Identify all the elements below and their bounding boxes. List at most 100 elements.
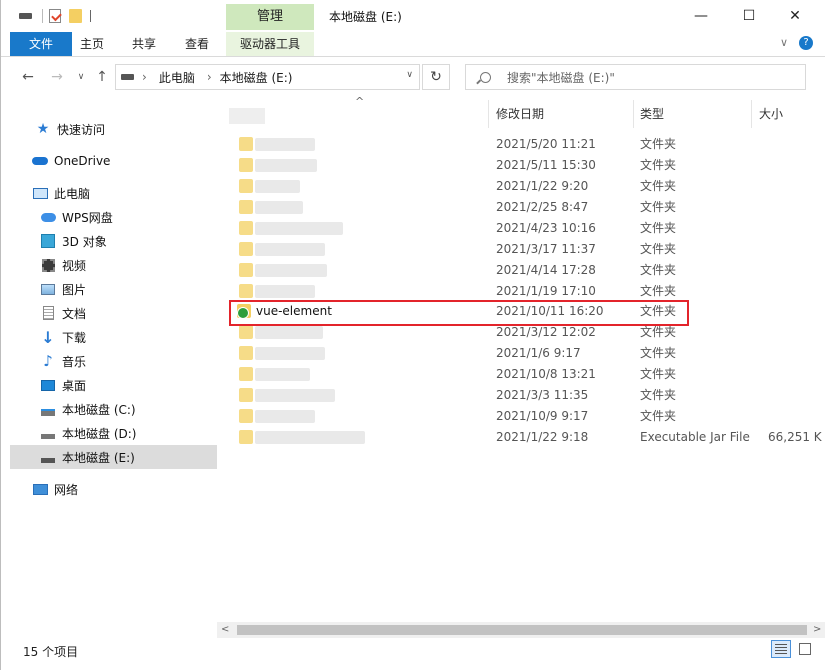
sidebar-item-label: 网络 — [54, 482, 79, 497]
drive-icon[interactable] — [19, 13, 32, 19]
sidebar-item-network[interactable]: 网络 — [10, 477, 236, 501]
tab-home[interactable]: 主页 — [73, 32, 111, 56]
tab-drive-tools[interactable]: 驱动器工具 — [226, 32, 314, 56]
file-date: 2021/4/23 10:16 — [496, 221, 596, 235]
back-button[interactable]: ← — [18, 67, 38, 87]
horizontal-scrollbar[interactable]: < > — [217, 622, 825, 638]
cloud-icon — [32, 153, 48, 169]
sidebar-item-label: OneDrive — [54, 154, 111, 168]
address-dropdown-button[interactable]: ∨ — [406, 70, 413, 80]
minimize-button[interactable]: — — [678, 0, 724, 32]
column-header-size[interactable]: 大小 — [753, 100, 825, 128]
sidebar-item-this-pc[interactable]: 此电脑 — [10, 181, 236, 205]
up-button[interactable]: ↑ — [92, 67, 112, 87]
sidebar-item-documents[interactable]: 文档 — [10, 301, 244, 325]
maximize-button[interactable]: ☐ — [726, 0, 772, 32]
sidebar-item-music[interactable]: ♪ 音乐 — [10, 349, 244, 373]
drive-icon — [40, 401, 56, 417]
file-row[interactable]: 2021/5/11 15:30 文件夹 — [227, 155, 825, 176]
sidebar-item-onedrive[interactable]: OneDrive — [10, 149, 236, 173]
file-row[interactable]: 2021/1/19 17:10 文件夹 — [227, 281, 825, 302]
tab-share[interactable]: 共享 — [125, 32, 163, 56]
drive-icon — [121, 74, 134, 80]
blurred-folder-icon — [239, 263, 253, 277]
blurred-folder-icon — [239, 221, 253, 235]
sidebar-item-downloads[interactable]: ↓ 下载 — [10, 325, 244, 349]
help-button[interactable]: ? — [799, 36, 813, 50]
forward-button[interactable]: → — [47, 67, 67, 87]
file-date: 2021/5/20 11:21 — [496, 137, 596, 151]
column-header-type[interactable]: 类型 — [634, 100, 752, 128]
chevron-down-icon[interactable]: ∨ — [778, 37, 790, 49]
blurred-folder-icon — [239, 179, 253, 193]
blurred-folder-icon — [239, 137, 253, 151]
close-button[interactable]: ✕ — [772, 0, 818, 32]
sidebar-item-wps-drive[interactable]: WPS网盘 — [10, 205, 244, 229]
sidebar-item-desktop[interactable]: 桌面 — [10, 373, 244, 397]
file-row[interactable]: 2021/3/3 11:35 文件夹 — [227, 385, 825, 406]
file-date: 2021/1/22 9:20 — [496, 179, 589, 193]
refresh-button[interactable]: ↻ — [422, 64, 450, 90]
explorer-window: 管理 本地磁盘 (E:) — ☐ ✕ 文件 主页 共享 查看 驱动器工具 ∨ ?… — [0, 0, 825, 670]
breadcrumb-separator: › — [206, 70, 212, 84]
file-row[interactable]: 2021/2/25 8:47 文件夹 — [227, 197, 825, 218]
tab-file[interactable]: 文件 — [10, 32, 72, 56]
file-row[interactable]: 2021/1/22 9:20 文件夹 — [227, 176, 825, 197]
file-row[interactable]: 2021/5/20 11:21 文件夹 — [227, 134, 825, 155]
blurred-folder-icon — [239, 242, 253, 256]
file-row[interactable]: 2021/4/14 17:28 文件夹 — [227, 260, 825, 281]
sidebar-item-pictures[interactable]: 图片 — [10, 277, 244, 301]
sidebar-item-drive-d[interactable]: 本地磁盘 (D:) — [10, 421, 244, 445]
sidebar-item-label: 本地磁盘 (D:) — [62, 426, 137, 441]
sidebar-item-label: 桌面 — [62, 378, 87, 393]
download-icon: ↓ — [41, 327, 55, 347]
file-date: 2021/5/11 15:30 — [496, 158, 596, 172]
blurred-folder-icon — [239, 430, 253, 444]
sidebar-item-drive-e[interactable]: 本地磁盘 (E:) — [10, 445, 244, 469]
column-header-date[interactable]: 修改日期 — [490, 100, 634, 128]
sidebar-item-label: 图片 — [62, 282, 87, 297]
blurred-folder-icon — [239, 409, 253, 423]
breadcrumb-drive-e[interactable]: 本地磁盘 (E:) — [220, 69, 293, 86]
drive-icon — [40, 425, 56, 441]
new-folder-icon[interactable] — [69, 9, 82, 23]
search-box[interactable]: 搜索"本地磁盘 (E:)" — [465, 64, 806, 90]
document-icon — [40, 305, 56, 321]
file-type: 文件夹 — [640, 137, 677, 151]
file-date: 2021/4/14 17:28 — [496, 263, 596, 277]
sidebar-item-label: 此电脑 — [54, 186, 91, 201]
file-row[interactable]: 2021/1/6 9:17 文件夹 — [227, 343, 825, 364]
file-row[interactable]: 2021/4/23 10:16 文件夹 — [227, 218, 825, 239]
tab-view[interactable]: 查看 — [178, 32, 216, 56]
blurred-header — [229, 108, 265, 124]
blurred-folder-icon — [239, 388, 253, 402]
file-date: 2021/10/9 9:17 — [496, 409, 589, 423]
file-row[interactable]: 2021/10/8 13:21 文件夹 — [227, 364, 825, 385]
sidebar-item-videos[interactable]: 视频 — [10, 253, 244, 277]
sidebar-item-label: 文档 — [62, 306, 87, 321]
file-date: 2021/10/8 13:21 — [496, 367, 596, 381]
manage-context-tab[interactable]: 管理 — [226, 4, 314, 30]
file-row[interactable]: 2021/1/22 9:18 Executable Jar File 66,251 … — [227, 427, 825, 448]
breadcrumb-this-pc[interactable]: 此电脑 — [159, 69, 195, 86]
details-view-button[interactable] — [771, 640, 791, 658]
address-bar[interactable]: › 此电脑 › 本地磁盘 (E:) ∨ — [115, 64, 420, 90]
sidebar-item-drive-c[interactable]: 本地磁盘 (C:) — [10, 397, 244, 421]
scroll-thumb[interactable] — [237, 625, 807, 635]
file-row[interactable]: 2021/3/17 11:37 文件夹 — [227, 239, 825, 260]
large-icons-view-button[interactable] — [796, 640, 816, 658]
blurred-file-name — [255, 159, 317, 172]
sidebar-item-3d-objects[interactable]: 3D 对象 — [10, 229, 244, 253]
properties-icon[interactable] — [49, 9, 62, 23]
network-icon — [32, 481, 48, 497]
search-input[interactable]: 搜索"本地磁盘 (E:)" — [507, 69, 615, 86]
sidebar-item-quick-access[interactable]: ★ 快速访问 — [10, 117, 239, 141]
music-icon: ♪ — [43, 352, 53, 370]
customize-toolbar-icon[interactable] — [90, 10, 91, 22]
blurred-folder-icon — [239, 367, 253, 381]
recent-locations-button[interactable]: ∨ — [71, 67, 91, 87]
scroll-left-arrow[interactable]: < — [221, 624, 229, 635]
drive-icon — [40, 449, 56, 465]
scroll-right-arrow[interactable]: > — [813, 624, 821, 635]
file-row[interactable]: 2021/10/9 9:17 文件夹 — [227, 406, 825, 427]
